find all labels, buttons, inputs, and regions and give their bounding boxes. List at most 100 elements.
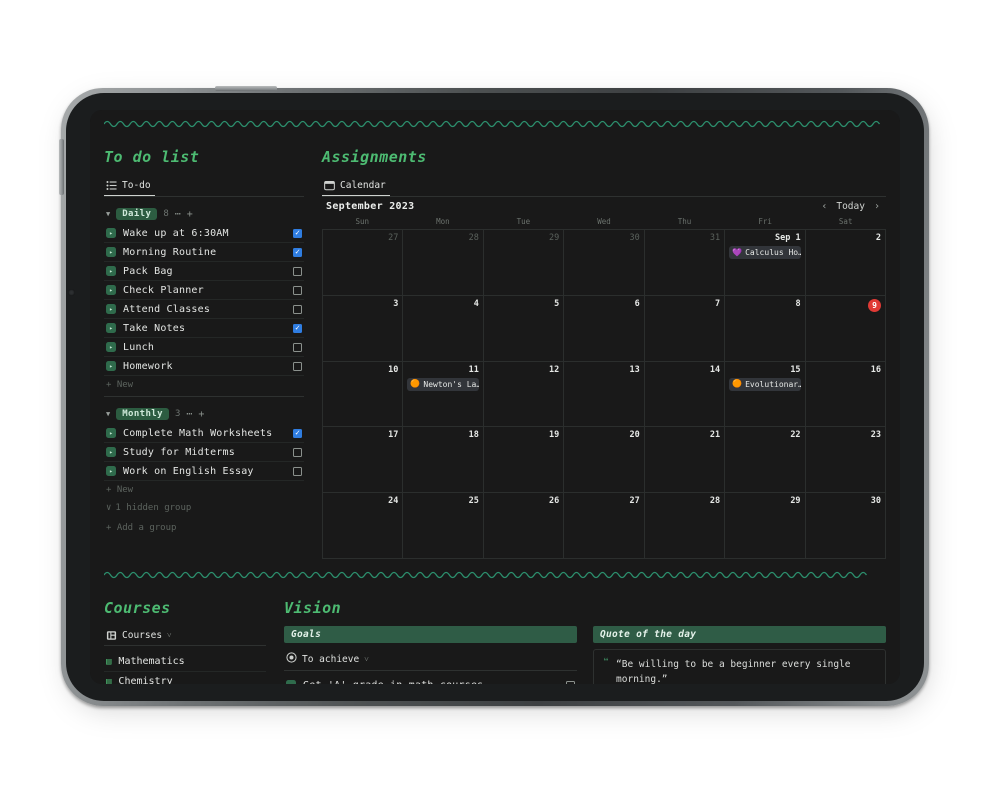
table-row[interactable]: ▸ Pack Bag <box>104 262 304 281</box>
add-new-row[interactable]: + New <box>104 376 304 392</box>
calendar-cell[interactable]: 5 <box>483 295 565 362</box>
add-group-button[interactable]: + Add a group <box>104 519 304 537</box>
list-item[interactable]: ▤ Mathematics <box>104 652 266 672</box>
group-add-icon[interactable]: + <box>198 409 204 420</box>
target-icon <box>286 652 297 666</box>
table-row[interactable]: ▸ Study for Midterms <box>104 443 304 462</box>
calendar-event[interactable]: 💜 Calculus Ho… <box>729 246 801 259</box>
calendar-cell[interactable]: 18 <box>403 427 484 494</box>
calendar-cell[interactable]: 30 <box>564 230 645 296</box>
calendar-cell[interactable]: 11 🟠 Newton's La… <box>403 361 484 428</box>
calendar-cell[interactable]: 22 <box>725 427 806 494</box>
calendar-cell[interactable]: 27 <box>323 230 404 296</box>
todo-checkbox[interactable] <box>293 342 302 352</box>
calendar-cell[interactable]: 24 <box>323 493 404 559</box>
table-row[interactable]: ▸ Wake up at 6:30AM <box>104 224 304 243</box>
table-row[interactable]: ▸ Work on English Essay <box>104 462 304 481</box>
calendar-cell[interactable]: 17 <box>323 427 404 494</box>
group-header[interactable]: ▼ Daily 8 ⋯ + <box>104 205 304 224</box>
todo-item-label: Lunch <box>123 341 155 353</box>
calendar-cell[interactable]: 30 <box>805 493 886 559</box>
calendar-cell[interactable]: 28 <box>403 230 484 296</box>
tab-courses[interactable]: Courses ˅ <box>104 628 176 645</box>
tab-todo[interactable]: To-do <box>104 178 155 196</box>
group-tag: Daily <box>116 208 158 220</box>
table-row[interactable]: ▸ Take Notes <box>104 319 304 338</box>
calendar-cell[interactable]: 23 <box>805 427 886 494</box>
calendar-cell[interactable]: 9 <box>805 295 886 362</box>
table-row[interactable]: ▸ Homework <box>104 357 304 376</box>
tab-to-achieve[interactable]: To achieve ˅ <box>284 649 371 670</box>
todo-checkbox[interactable] <box>293 228 302 238</box>
calendar-cell[interactable]: 29 <box>483 230 565 296</box>
add-new-row[interactable]: + New <box>104 481 304 497</box>
calendar-event[interactable]: 🟠 Evolutionar… <box>729 377 801 391</box>
hidden-group-toggle[interactable]: ∨ 1 hidden group <box>104 497 304 519</box>
todo-checkbox[interactable] <box>293 323 302 333</box>
table-row[interactable]: ▸ Morning Routine <box>104 243 304 262</box>
calendar-cell[interactable]: 3 <box>323 295 404 362</box>
list-item[interactable]: ▤ Chemistry <box>104 672 266 684</box>
todo-checkbox[interactable] <box>293 304 302 314</box>
green-square-icon: ▸ <box>106 304 116 314</box>
todo-checkbox[interactable] <box>293 361 302 371</box>
calendar-cell[interactable]: 20 <box>564 427 645 494</box>
todo-checkbox[interactable] <box>293 428 302 438</box>
chevron-down-icon[interactable]: ▼ <box>106 210 110 218</box>
todo-group-daily: ▼ Daily 8 ⋯ + ▸ Wake up at 6:30AM ✓ ▸ Mo… <box>104 205 304 392</box>
calendar-cell[interactable]: 19 <box>483 427 565 494</box>
group-add-icon[interactable]: + <box>187 209 193 220</box>
calendar-cell[interactable]: 28 <box>644 493 726 559</box>
calendar-cell[interactable]: 15 🟠 Evolutionar… <box>725 361 806 428</box>
calendar-day-number: 17 <box>388 430 399 441</box>
calendar-cell[interactable]: 4 <box>403 295 484 362</box>
today-button[interactable]: Today <box>836 201 865 212</box>
todo-checkbox[interactable] <box>293 266 302 276</box>
calendar-cell[interactable]: 31 <box>644 230 726 296</box>
power-button[interactable] <box>215 86 277 91</box>
calendar-cell[interactable]: 26 <box>483 493 565 559</box>
volume-button[interactable] <box>59 139 64 195</box>
calendar-cell[interactable]: 2 <box>805 230 886 296</box>
screenshot-root: To do list To-do ▼ Daily 8 ⋯ + ▸ Wake up… <box>0 0 990 792</box>
calendar-cell[interactable]: 29 <box>725 493 806 559</box>
calendar-cell[interactable]: Sep 1 💜 Calculus Ho… <box>725 230 806 296</box>
calendar-cell[interactable]: 13 <box>564 361 645 428</box>
todo-checkbox[interactable] <box>293 447 302 457</box>
table-row[interactable]: ▸ Attend Classes <box>104 300 304 319</box>
todo-checkbox[interactable] <box>293 247 302 257</box>
calendar-event[interactable]: 🟠 Newton's La… <box>407 377 479 391</box>
next-month-button[interactable]: › <box>874 201 880 212</box>
chevron-down-icon[interactable]: ▼ <box>106 410 110 418</box>
calendar-day-number: 26 <box>549 496 560 507</box>
quote-banner: Quote of the day <box>593 626 886 643</box>
courses-panel: Courses Courses ˅ ▤ Mathematics ▤ Chemis… <box>104 599 266 684</box>
table-row[interactable]: ▸ Get 'A' grade in math courses. <box>284 676 577 684</box>
calendar-cell[interactable]: 27 <box>564 493 645 559</box>
prev-month-button[interactable]: ‹ <box>821 201 827 212</box>
calendar-day-number: 23 <box>870 430 881 441</box>
group-more-icon[interactable]: ⋯ <box>186 409 192 420</box>
calendar-cell[interactable]: 8 <box>725 295 806 362</box>
tablet-screen: To do list To-do ▼ Daily 8 ⋯ + ▸ Wake up… <box>90 110 900 684</box>
calendar-cell[interactable]: 21 <box>644 427 726 494</box>
todo-checkbox[interactable] <box>293 285 302 295</box>
table-row[interactable]: ▸ Check Planner <box>104 281 304 300</box>
calendar-cell[interactable]: 10 <box>323 361 404 428</box>
calendar-cell[interactable]: 14 <box>644 361 726 428</box>
todo-checkbox[interactable] <box>293 466 302 476</box>
goal-checkbox[interactable] <box>566 680 575 684</box>
group-more-icon[interactable]: ⋯ <box>175 209 181 220</box>
chevron-down-icon[interactable]: ˅ <box>167 631 172 640</box>
calendar-cell[interactable]: 7 <box>644 295 726 362</box>
calendar-cell[interactable]: 16 <box>805 361 886 428</box>
weekday-label: Fri <box>758 217 772 226</box>
table-row[interactable]: ▸ Complete Math Worksheets <box>104 424 304 443</box>
chevron-down-icon[interactable]: ˅ <box>364 655 369 664</box>
calendar-cell[interactable]: 12 <box>483 361 565 428</box>
calendar-cell[interactable]: 25 <box>403 493 484 559</box>
calendar-cell[interactable]: 6 <box>564 295 645 362</box>
group-header[interactable]: ▼ Monthly 3 ⋯ + <box>104 405 304 424</box>
table-row[interactable]: ▸ Lunch <box>104 338 304 357</box>
tab-calendar[interactable]: Calendar <box>322 178 390 196</box>
